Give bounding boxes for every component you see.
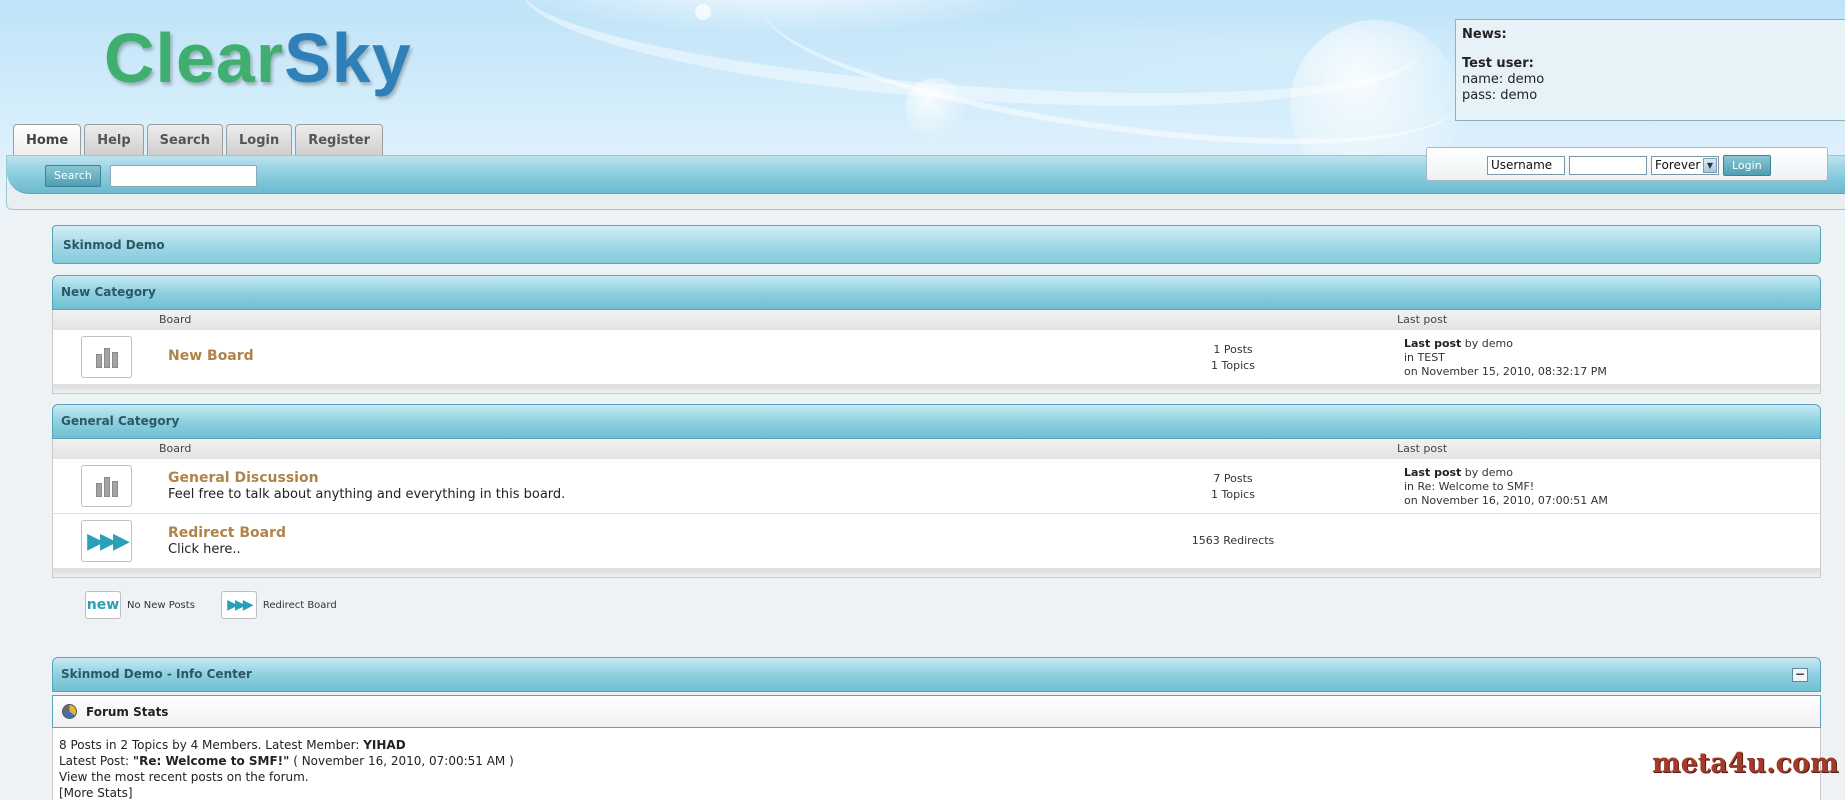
forum-stats-header: Forum Stats [52, 695, 1821, 728]
info-center-title: Skinmod Demo - Info Center [61, 667, 252, 681]
site-logo[interactable]: ClearSky [104, 18, 412, 98]
last-post-label: Last post [1404, 337, 1462, 350]
pie-chart-icon [62, 704, 77, 719]
header-bubble [905, 78, 965, 138]
last-post-time: on November 15, 2010, 08:32:17 PM [1404, 365, 1607, 378]
watermark: meta4u.com [1652, 748, 1839, 779]
board-row: New Board 1 Posts 1 Topics Last post by … [52, 330, 1821, 385]
column-header: Board Last post [52, 310, 1821, 330]
last-post-info: Last post by demo in Re: Welcome to SMF!… [1404, 466, 1608, 508]
board-row: General Discussion Feel free to talk abo… [52, 459, 1821, 514]
test-user-label: Test user: [1462, 56, 1534, 71]
new-posts-icon: new [85, 591, 121, 619]
board-posts: 1 Posts [1213, 343, 1253, 356]
tab-home[interactable]: Home [13, 124, 82, 155]
forum-stats-body: 8 Posts in 2 Topics by 4 Members. Latest… [52, 728, 1821, 800]
search-button[interactable]: Search [45, 165, 101, 187]
quick-login: Username Forever ▼ Login [1426, 147, 1828, 181]
board-link[interactable]: New Board [168, 348, 254, 364]
board-stats: 1 Posts 1 Topics [1163, 342, 1303, 374]
column-board: Board [159, 442, 192, 455]
main-tabs: Home Help Search Login Register [13, 124, 383, 155]
board-description: Click here.. [168, 542, 241, 557]
column-last-post: Last post [1397, 442, 1448, 455]
board-row: ▶▶▶ Redirect Board Click here.. 1563 Red… [52, 514, 1821, 569]
news-title: News: [1462, 27, 1507, 42]
login-button[interactable]: Login [1723, 155, 1771, 176]
test-user-name: name: demo [1462, 72, 1545, 87]
tab-search[interactable]: Search [146, 124, 223, 155]
login-duration-value: Forever [1655, 158, 1701, 172]
legend-redirect-board: Redirect Board [262, 599, 337, 611]
stats-line-latest-post: Latest Post: "Re: Welcome to SMF!" ( Nov… [59, 754, 514, 768]
search-input[interactable] [110, 165, 257, 187]
recent-posts-link[interactable]: View the most recent posts on the forum. [59, 769, 1814, 785]
no-new-posts-icon[interactable] [81, 465, 132, 507]
category-footer [52, 385, 1821, 394]
tab-help[interactable]: Help [84, 124, 144, 155]
column-board: Board [159, 313, 192, 326]
category-general: General Category Board Last post General… [52, 404, 1821, 578]
forum-title-bar: Skinmod Demo [52, 225, 1821, 264]
category-footer [52, 569, 1821, 578]
category-title[interactable]: General Category [52, 404, 1821, 439]
column-header: Board Last post [52, 439, 1821, 459]
board-description: Feel free to talk about anything and eve… [168, 487, 566, 502]
category-title[interactable]: New Category [52, 275, 1821, 310]
board-legend: new No New Posts ▶▶▶ Redirect Board [85, 591, 337, 619]
board-topics: 1 Topics [1211, 359, 1255, 372]
chevron-down-icon: ▼ [1703, 158, 1717, 173]
board-redirects: 1563 Redirects [1191, 534, 1275, 547]
forum-stats-title[interactable]: Forum Stats [86, 705, 168, 719]
last-post-by[interactable]: by demo [1461, 466, 1513, 479]
login-duration-select[interactable]: Forever ▼ [1651, 156, 1719, 175]
board-link[interactable]: General Discussion [168, 470, 319, 486]
redirect-icon: ▶▶▶ [220, 591, 257, 619]
last-post-time: on November 16, 2010, 07:00:51 AM [1404, 494, 1608, 507]
collapse-icon[interactable]: − [1792, 668, 1808, 682]
last-post-label: Last post [1404, 466, 1462, 479]
board-stats: 7 Posts 1 Topics [1163, 471, 1303, 503]
latest-member-link[interactable]: YIHAD [363, 738, 405, 752]
legend-no-new-posts: No New Posts [127, 599, 195, 611]
tab-login[interactable]: Login [225, 124, 293, 155]
tab-register[interactable]: Register [295, 124, 383, 155]
column-last-post: Last post [1397, 313, 1448, 326]
stats-line-members: 8 Posts in 2 Topics by 4 Members. Latest… [59, 738, 406, 752]
test-user-pass: pass: demo [1462, 88, 1538, 103]
category-new: New Category Board Last post New Board 1… [52, 275, 1821, 394]
info-center-header: Skinmod Demo - Info Center − [52, 657, 1821, 692]
news-box: News: Test user: name: demo pass: demo [1455, 19, 1845, 121]
board-link[interactable]: Redirect Board [168, 525, 286, 541]
more-stats-link[interactable]: [More Stats] [59, 785, 1814, 800]
latest-post-link[interactable]: "Re: Welcome to SMF!" [133, 754, 290, 768]
last-post-info: Last post by demo in TEST on November 15… [1404, 337, 1607, 379]
redirect-icon[interactable]: ▶▶▶ [81, 520, 132, 562]
password-input[interactable] [1569, 156, 1647, 175]
last-post-topic[interactable]: in TEST [1404, 351, 1607, 365]
logo-clear: Clear [104, 19, 285, 97]
header-bubble [695, 4, 711, 20]
last-post-topic[interactable]: in Re: Welcome to SMF! [1404, 480, 1608, 494]
board-posts: 7 Posts [1213, 472, 1253, 485]
no-new-posts-icon[interactable] [81, 336, 132, 378]
logo-sky: Sky [284, 19, 412, 97]
last-post-by[interactable]: by demo [1461, 337, 1513, 350]
board-topics: 1 Topics [1211, 488, 1255, 501]
username-input[interactable]: Username [1487, 156, 1565, 175]
